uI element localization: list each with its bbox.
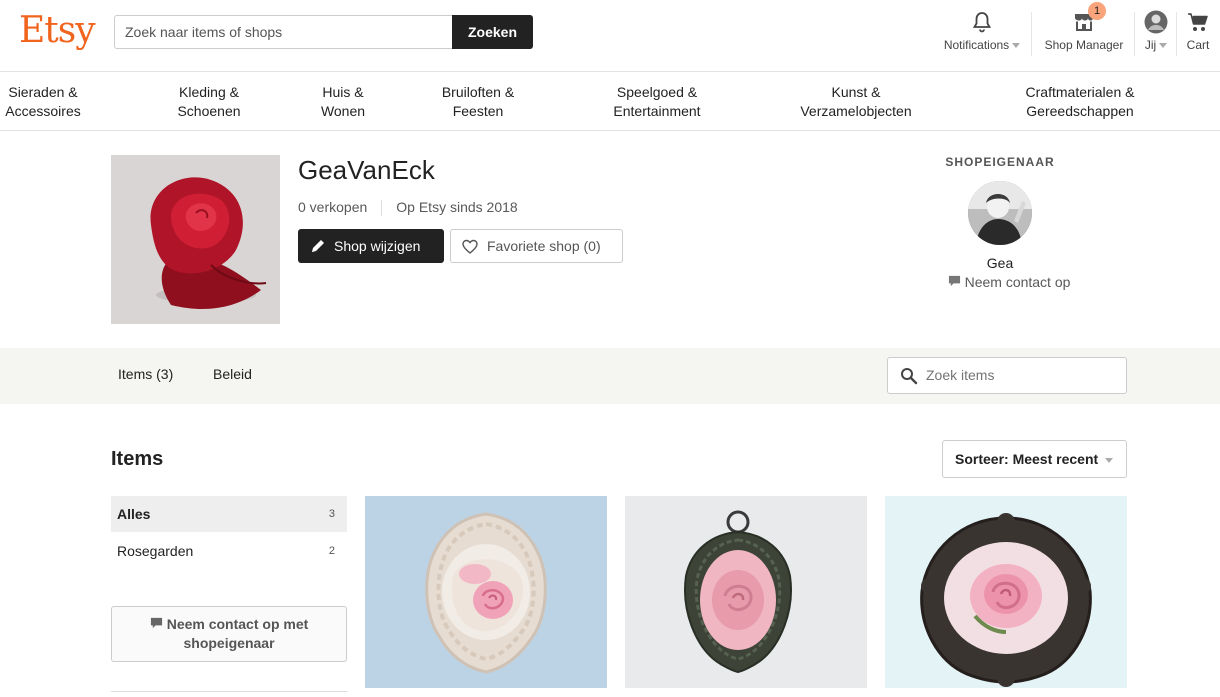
category-nav: Sieraden & Accessoires Kleding & Schoene… <box>0 72 1220 131</box>
site-header: Etsy Zoek naar items of shops Zoeken Not… <box>0 0 1220 72</box>
owner-title: SHOPEIGENAAR <box>945 155 1055 169</box>
heart-icon <box>462 239 478 254</box>
category-weddings[interactable]: Bruiloften & Feesten <box>424 83 532 121</box>
shop-manager-menu[interactable]: 1 Shop Manager <box>1040 2 1128 52</box>
divider <box>381 200 383 217</box>
shop-meta: 0 verkopen Op Etsy sinds 2018 <box>298 199 518 217</box>
divider <box>111 691 347 692</box>
item-search-placeholder: Zoek items <box>926 367 995 383</box>
listing-card[interactable] <box>885 496 1127 688</box>
category-label: Gereedschappen <box>1026 103 1134 119</box>
divider <box>1134 12 1135 56</box>
contact-owner-link[interactable]: Neem contact op <box>900 274 1118 290</box>
member-since: Op Etsy sinds 2018 <box>396 199 518 215</box>
category-label: Huis & <box>322 84 364 100</box>
listing-card[interactable] <box>625 496 867 688</box>
you-label: Jij <box>1144 38 1157 52</box>
category-label: Verzamelobjecten <box>800 103 912 119</box>
category-clothing[interactable]: Kleding & Schoenen <box>160 83 258 121</box>
category-label: Entertainment <box>613 103 701 119</box>
chevron-down-icon <box>1105 457 1114 463</box>
category-label: Schoenen <box>177 103 241 119</box>
sort-dropdown[interactable]: Sorteer: Meest recent <box>942 440 1127 478</box>
section-item-all[interactable]: Alles 3 <box>111 496 347 532</box>
listing-image <box>625 496 867 688</box>
divider <box>1031 12 1032 56</box>
section-item-rosegarden[interactable]: Rosegarden 2 <box>111 533 347 569</box>
etsy-logo[interactable]: Etsy <box>19 10 96 51</box>
cart-label: Cart <box>1186 38 1210 52</box>
you-menu[interactable]: Jij <box>1140 10 1172 52</box>
notifications-menu[interactable]: Notifications <box>938 10 1026 52</box>
site-search-input[interactable]: Zoek naar items of shops <box>114 15 453 49</box>
tab-items[interactable]: Items (3) <box>118 366 173 382</box>
owner-name: Gea <box>986 255 1014 271</box>
category-label: Feesten <box>452 103 504 119</box>
cart-icon <box>1188 13 1208 31</box>
shop-name: GeaVanEck <box>298 155 435 185</box>
divider <box>1176 12 1177 56</box>
message-icon <box>948 275 960 287</box>
listing-image <box>365 496 607 688</box>
category-label: Kleding & <box>179 84 239 100</box>
contact-button-line2: shopeigenaar <box>183 635 275 651</box>
sales-count: 0 verkopen <box>298 199 368 215</box>
category-toys[interactable]: Speelgoed & Entertainment <box>597 83 717 121</box>
category-label: Craftmaterialen & <box>1025 84 1135 100</box>
category-label: Speelgoed & <box>616 84 698 100</box>
notifications-label: Notifications <box>943 38 1010 52</box>
category-jewelry[interactable]: Sieraden & Accessoires <box>0 83 86 121</box>
shop-icon-image <box>111 155 280 324</box>
category-label: Kunst & <box>831 84 881 100</box>
category-home[interactable]: Huis & Wonen <box>310 83 376 121</box>
section-label: Rosegarden <box>117 543 194 559</box>
favorite-shop-button[interactable]: Favoriete shop (0) <box>450 229 623 263</box>
search-icon <box>901 368 918 385</box>
chevron-down-icon <box>1159 43 1168 49</box>
item-search-input[interactable]: Zoek items <box>887 357 1127 394</box>
message-icon <box>150 617 162 629</box>
listing-image <box>885 496 1127 688</box>
shop-manager-badge: 1 <box>1088 2 1106 20</box>
pencil-icon <box>312 240 324 252</box>
section-count: 2 <box>328 545 335 557</box>
listing-card[interactable] <box>365 496 607 688</box>
edit-shop-button[interactable]: Shop wijzigen <box>298 229 444 263</box>
category-label: Accessoires <box>5 103 81 119</box>
search-button[interactable]: Zoeken <box>452 15 533 49</box>
section-label: Alles <box>117 506 151 522</box>
shop-manager-label: Shop Manager <box>1044 38 1124 52</box>
user-avatar-icon <box>1144 10 1168 34</box>
contact-button-line1: Neem contact op met <box>166 616 309 632</box>
category-label: Sieraden & <box>8 84 78 100</box>
sort-label: Sorteer: Meest recent <box>955 451 1099 467</box>
category-art[interactable]: Kunst & Verzamelobjecten <box>786 83 926 121</box>
category-craft[interactable]: Craftmaterialen & Gereedschappen <box>1005 83 1155 121</box>
tab-policy[interactable]: Beleid <box>213 366 252 382</box>
contact-owner-button[interactable]: Neem contact op met shopeigenaar <box>111 606 347 662</box>
section-count: 3 <box>328 508 335 520</box>
chevron-down-icon <box>1012 43 1021 49</box>
edit-shop-label: Shop wijzigen <box>334 238 421 254</box>
cart-link[interactable]: Cart <box>1181 10 1215 52</box>
contact-owner-label: Neem contact op <box>964 274 1071 290</box>
favorite-shop-label: Favoriete shop (0) <box>487 238 601 254</box>
category-label: Wonen <box>320 103 366 119</box>
shop-tabs-bar: Items (3) Beleid Zoek items <box>0 348 1220 404</box>
owner-avatar[interactable] <box>968 181 1032 245</box>
bell-icon <box>972 12 992 33</box>
items-heading: Items <box>111 448 164 470</box>
category-label: Bruiloften & <box>441 84 515 100</box>
